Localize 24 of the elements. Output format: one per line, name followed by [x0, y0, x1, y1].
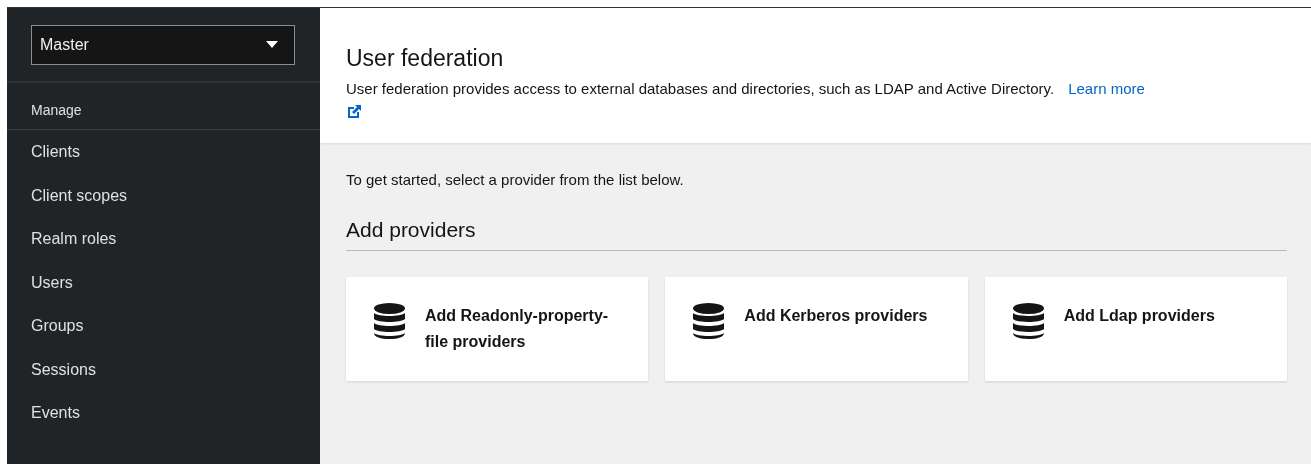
provider-card-title: Add Readonly-property-file providers: [425, 306, 610, 352]
provider-card-title: Add Ldap providers: [1063, 306, 1216, 326]
database-icon: [693, 303, 725, 339]
realm-dropdown[interactable]: Master: [31, 25, 295, 65]
page-title: User federation: [346, 45, 505, 72]
nav-item[interactable]: Realm roles: [7, 217, 320, 261]
database-icon: [374, 303, 405, 339]
nav-item[interactable]: Sessions: [7, 347, 320, 391]
learn-more-link[interactable]: Learn more: [1068, 80, 1145, 97]
intro-text: To get started, select a provider from the list below.: [346, 171, 685, 188]
nav-item[interactable]: Users: [7, 260, 320, 304]
provider-card[interactable]: Add Kerberos providers: [665, 277, 968, 381]
section-title: Add providers: [346, 218, 1287, 251]
provider-card-title: Add Kerberos providers: [744, 306, 929, 326]
nav-item[interactable]: Groups: [7, 304, 320, 348]
page-description: User federation provides access to external databases and directories, such as LDAP and Active Directory.: [346, 80, 1055, 97]
database-icon: [1012, 303, 1044, 339]
caret-icon: [266, 41, 278, 49]
nav-item[interactable]: Client scopes: [7, 173, 320, 217]
provider-card[interactable]: Add Readonly-property-file providers: [346, 277, 649, 381]
provider-card[interactable]: Add Ldap providers: [984, 277, 1287, 381]
nav-item[interactable]: Events: [7, 391, 320, 435]
external-link-icon[interactable]: [346, 104, 362, 120]
nav-item[interactable]: Clients: [7, 130, 320, 174]
